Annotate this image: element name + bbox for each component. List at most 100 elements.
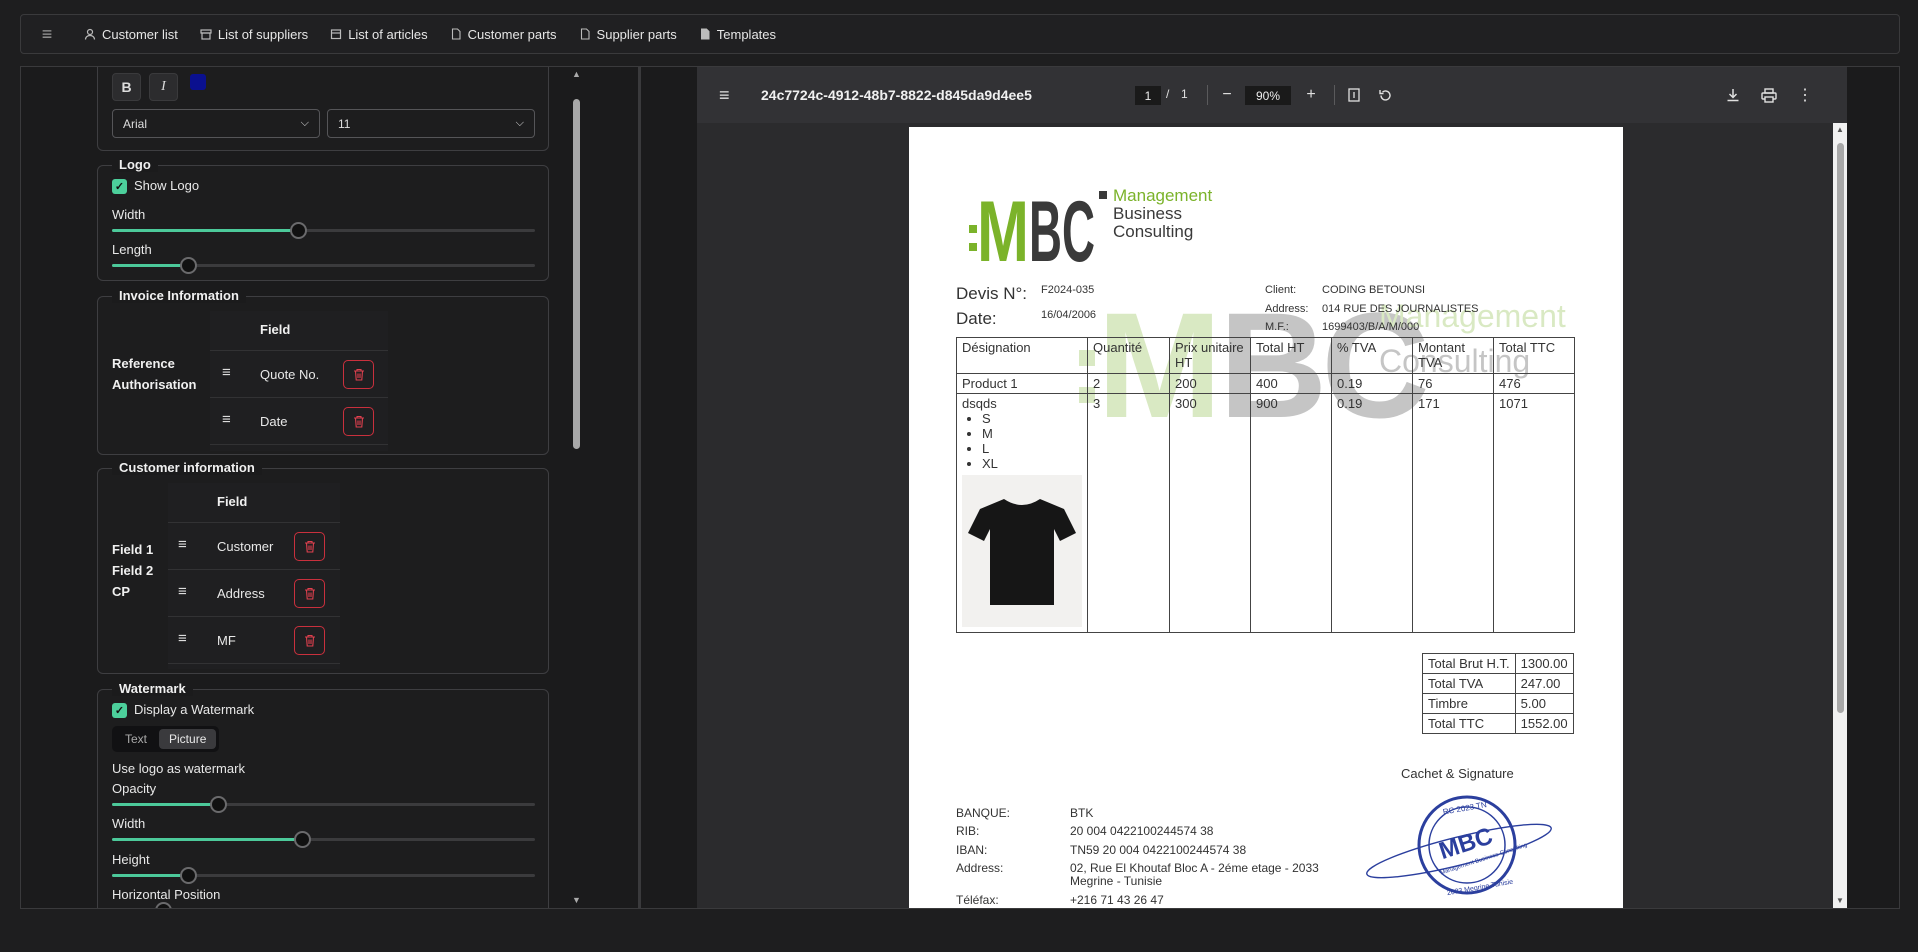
chevron-down-icon: ⌵ [515,117,524,129]
quantity-cell: 3 [1087,393,1170,633]
drag-handle-icon[interactable]: ≡ [178,583,187,600]
pdf-scrollbar[interactable]: ▲ ▼ [1833,123,1847,908]
logo-width-slider[interactable] [112,222,535,239]
total-value: 247.00 [1514,673,1574,694]
mode-text-option[interactable]: Text [115,729,157,749]
table-row: Total Brut H.T. 1300.00 [1422,653,1574,674]
page-number-input[interactable]: 1 [1135,86,1161,105]
items-table: Désignation Quantité Prix unitaire HT To… [956,337,1575,633]
delete-button[interactable] [343,360,374,389]
delete-button[interactable] [294,532,325,561]
table-row: Timbre 5.00 [1422,693,1574,714]
use-logo-label: Use logo as watermark [112,761,245,776]
show-logo-checkbox[interactable]: ✓ [112,179,127,194]
scroll-up-icon[interactable]: ▲ [1836,125,1844,134]
opacity-label: Opacity [112,781,157,796]
table-row: ≡ Address [168,570,340,617]
watermark-width-slider[interactable] [112,831,535,848]
drag-handle-icon[interactable]: ≡ [178,536,187,553]
total-label: Timbre [1422,693,1516,714]
column-header: Montant TVA [1412,337,1494,374]
invoice-group-label: Reference [112,356,175,371]
product-image [962,475,1082,627]
toolbar-divider [1207,85,1208,105]
delete-button[interactable] [294,626,325,655]
nav-label: Templates [716,26,777,42]
list-item: XL [982,456,1082,471]
nav-list-of-suppliers[interactable]: List of suppliers [189,15,319,53]
devis-number: F2024-035 [1041,284,1095,296]
scroll-up-icon[interactable]: ▲ [572,69,581,79]
date-value: 16/04/2006 [1041,309,1097,321]
table-row [210,311,388,351]
toolbar-divider [1334,85,1335,105]
text-color-swatch[interactable] [190,74,206,90]
bank-address-line-1: 02, Rue El Khoutaf Bloc A - 2éme etage -… [1070,861,1319,875]
bank-value: BTK [1070,806,1094,820]
svg-text:Management: Management [1113,186,1213,205]
delete-button[interactable] [343,407,374,436]
top-navigation: ≡ Customer list List of suppliers List o… [20,14,1900,54]
table-row: dsqds S M L XL 3 300 900 0 [956,393,1575,633]
font-family-select[interactable]: Arial ⌵ [112,109,320,138]
logo-length-slider[interactable] [112,257,535,274]
column-header: Total HT [1250,337,1332,374]
user-icon [84,28,96,40]
zoom-in-icon[interactable]: + [1300,84,1322,106]
total-label: Total TTC [1422,713,1516,734]
scrollbar-thumb[interactable] [1837,143,1844,713]
svg-text:Consulting: Consulting [1113,222,1193,241]
bank-address-line-2: Megrine - Tunisie [1070,874,1163,888]
panel-splitter[interactable] [620,66,641,909]
delete-button[interactable] [294,579,325,608]
mode-picture-option[interactable]: Picture [159,729,217,749]
column-header: Quantité [1087,337,1170,374]
rotate-icon[interactable] [1374,84,1396,106]
scrollbar-thumb[interactable] [573,99,580,449]
column-header: Prix unitaire HT [1169,337,1251,374]
section-title: Logo [112,157,158,172]
total-value: 1300.00 [1514,653,1574,674]
table-row: ≡ Quote No. [210,351,388,398]
scroll-down-icon[interactable]: ▼ [572,895,581,905]
devis-label: Devis N°: [956,284,1028,303]
menu-icon[interactable]: ≡ [21,24,73,45]
font-size-select[interactable]: 11 ⌵ [327,109,535,138]
bold-button[interactable]: B [112,73,141,101]
zoom-out-icon[interactable]: − [1216,84,1238,106]
opacity-slider[interactable] [112,796,535,813]
nav-list-of-articles[interactable]: List of articles [319,15,438,53]
more-options-icon[interactable]: ⋮ [1794,84,1816,106]
nav-customer-parts[interactable]: Customer parts [439,15,568,53]
drag-handle-icon[interactable]: ≡ [222,411,231,428]
client-label: Client: [1265,284,1297,296]
nav-label: List of suppliers [217,26,309,42]
zoom-level-input[interactable]: 90% [1245,86,1291,105]
settings-scroll-area: B I Arial ⌵ 11 ⌵ Logo ✓ Show Logo Width … [21,67,589,908]
nav-templates[interactable]: Templates [688,15,787,53]
drag-handle-icon[interactable]: ≡ [178,630,187,647]
fit-page-icon[interactable] [1343,84,1365,106]
italic-button[interactable]: I [149,73,178,101]
nav-customer-list[interactable]: Customer list [73,15,189,53]
size-list: S M L XL [982,411,1082,471]
watermark-mode-toggle: Text Picture [112,726,220,752]
nav-supplier-parts[interactable]: Supplier parts [568,15,688,53]
montant-tva-cell: 76 [1412,373,1494,394]
trash-icon [353,368,364,381]
watermark-height-slider[interactable] [112,867,535,884]
designation-text: dsqds [962,396,997,411]
table-row [168,483,340,523]
scroll-down-icon[interactable]: ▼ [1836,896,1844,905]
print-icon[interactable] [1758,84,1780,106]
invoice-information-section: Invoice Information Reference Authorisat… [97,288,549,455]
box-icon [331,29,342,40]
download-icon[interactable] [1722,84,1744,106]
settings-scrollbar[interactable]: ▲ ▼ [569,67,585,908]
pdf-page: M BC Management Consulting M BC Manageme… [909,127,1623,908]
total-value: 5.00 [1514,693,1574,714]
menu-icon[interactable]: ≡ [719,85,730,106]
drag-handle-icon[interactable]: ≡ [222,364,231,381]
display-watermark-checkbox[interactable]: ✓ [112,703,127,718]
svg-text:BC: BC [1029,184,1095,271]
